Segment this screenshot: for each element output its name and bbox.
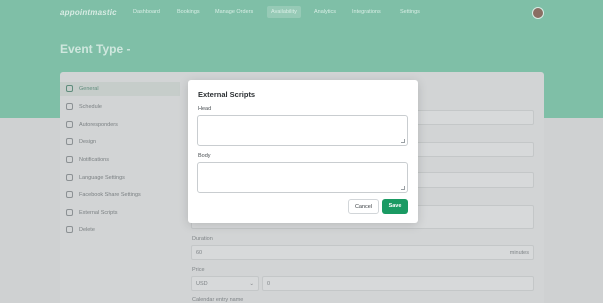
nav-manage-orders[interactable]: Manage Orders xyxy=(215,9,253,15)
cancel-button[interactable]: Cancel xyxy=(348,199,379,214)
currency-select[interactable]: USD ⌄ xyxy=(191,276,259,291)
duration-field[interactable]: 60 minutes xyxy=(191,245,534,260)
modal-title: External Scripts xyxy=(198,90,256,99)
resize-handle-icon[interactable] xyxy=(401,139,405,143)
sidebar-item-label: Design xyxy=(79,139,97,145)
settings-sidebar: General Schedule Autoresponders Design N… xyxy=(60,82,180,303)
currency-value: USD xyxy=(196,281,208,287)
globe-icon xyxy=(66,85,73,92)
mail-icon xyxy=(66,121,73,128)
bell-icon xyxy=(66,156,73,163)
chevron-down-icon: ⌄ xyxy=(249,281,254,287)
nav-availability[interactable]: Availability xyxy=(267,6,301,18)
sidebar-item-delete[interactable]: Delete xyxy=(60,223,180,237)
page-title: Event Type - xyxy=(60,42,131,56)
nav-bookings[interactable]: Bookings xyxy=(177,9,200,15)
price-value: 0 xyxy=(267,281,271,287)
share-icon xyxy=(66,191,73,198)
top-navigation: appointmastic Dashboard Bookings Manage … xyxy=(0,0,603,26)
user-avatar[interactable] xyxy=(532,7,544,19)
nav-integrations[interactable]: Integrations xyxy=(352,9,381,15)
price-field[interactable]: 0 xyxy=(262,276,534,291)
sidebar-item-language-settings[interactable]: Language Settings xyxy=(60,171,180,185)
external-scripts-modal: External Scripts Head Body Cancel Save xyxy=(188,80,418,223)
language-icon xyxy=(66,174,73,181)
duration-unit: minutes xyxy=(509,250,529,256)
resize-handle-icon[interactable] xyxy=(401,186,405,190)
nav-settings[interactable]: Settings xyxy=(400,9,420,15)
sidebar-item-external-scripts[interactable]: External Scripts xyxy=(60,206,180,220)
trash-icon xyxy=(66,226,73,233)
sidebar-item-label: General xyxy=(79,86,99,92)
sidebar-item-label: Schedule xyxy=(79,104,102,110)
sidebar-item-label: External Scripts xyxy=(79,210,118,216)
sidebar-item-label: Language Settings xyxy=(79,175,125,181)
sidebar-item-label: Facebook Share Settings xyxy=(79,192,141,198)
save-button[interactable]: Save xyxy=(382,199,408,214)
head-textarea[interactable] xyxy=(197,115,408,146)
head-label: Head xyxy=(198,106,212,112)
calendar-entry-label: Calendar entry name xyxy=(192,297,244,303)
body-textarea[interactable] xyxy=(197,162,408,193)
duration-label: Duration xyxy=(192,236,213,242)
calendar-icon xyxy=(66,103,73,110)
sidebar-item-facebook-share-settings[interactable]: Facebook Share Settings xyxy=(60,188,180,202)
sidebar-item-label: Autoresponders xyxy=(79,122,118,128)
duration-value: 60 xyxy=(196,250,203,256)
sidebar-item-notifications[interactable]: Notifications xyxy=(60,153,180,167)
palette-icon xyxy=(66,138,73,145)
sidebar-item-label: Delete xyxy=(79,227,95,233)
body-label: Body xyxy=(198,153,211,159)
code-icon xyxy=(66,209,73,216)
sidebar-item-general[interactable]: General xyxy=(60,82,180,96)
nav-dashboard[interactable]: Dashboard xyxy=(133,9,160,15)
sidebar-item-design[interactable]: Design xyxy=(60,135,180,149)
sidebar-item-schedule[interactable]: Schedule xyxy=(60,100,180,114)
app-logo[interactable]: appointmastic xyxy=(60,8,117,17)
sidebar-item-label: Notifications xyxy=(79,157,109,163)
price-label: Price xyxy=(192,267,205,273)
nav-analytics[interactable]: Analytics xyxy=(314,9,336,15)
sidebar-item-autoresponders[interactable]: Autoresponders xyxy=(60,118,180,132)
